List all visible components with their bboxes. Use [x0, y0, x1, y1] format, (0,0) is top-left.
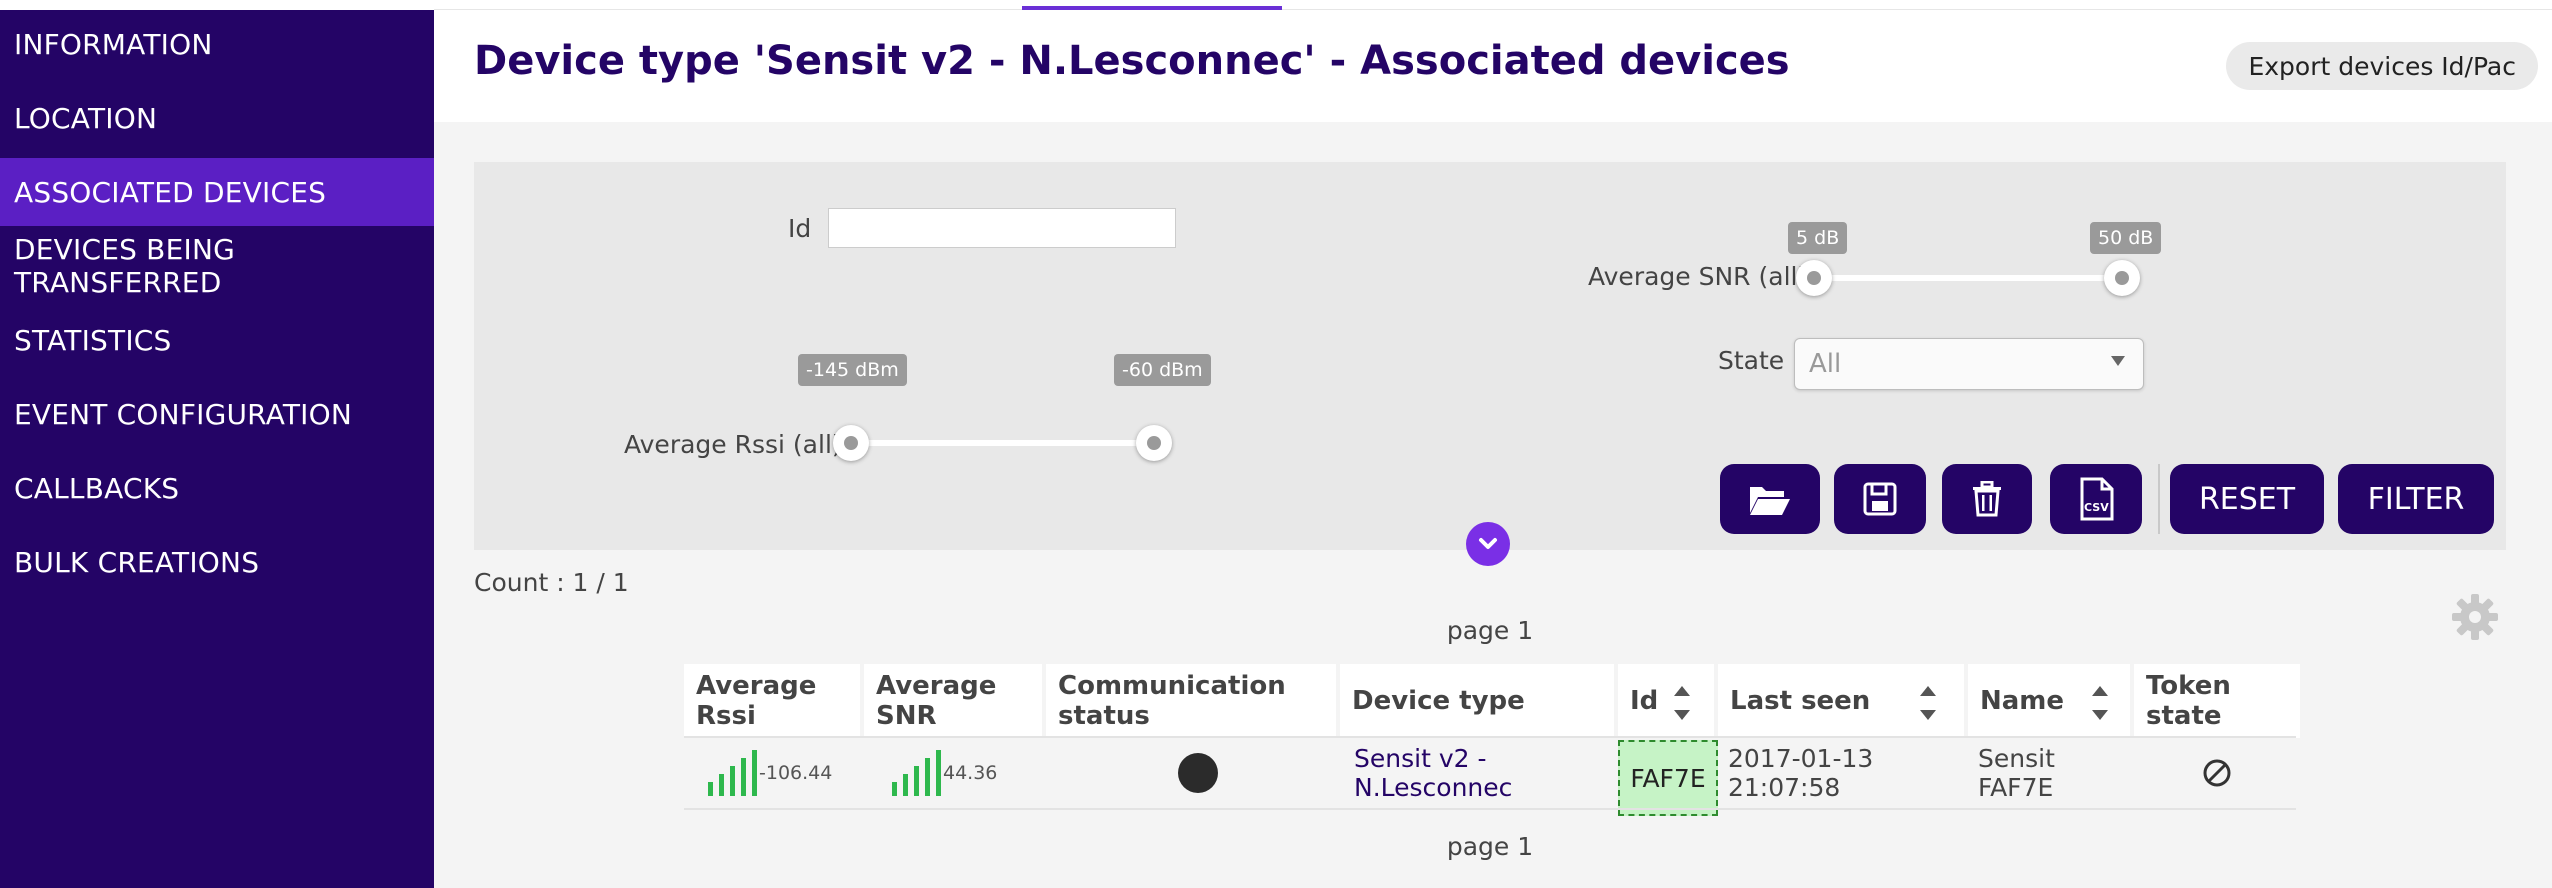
main-content: Id Average Rssi (all) -145 dBm -60 dBm A… — [434, 122, 2552, 888]
save-filter-button[interactable] — [1834, 464, 1926, 534]
page-title: Device type 'Sensit v2 - N.Lesconnec' - … — [474, 38, 1790, 84]
state-filter-label: State — [1718, 346, 1785, 375]
sidebar-top-strip — [0, 0, 434, 10]
snr-max-tooltip: 50 dB — [2090, 222, 2162, 254]
delete-filter-button[interactable] — [1942, 464, 2032, 534]
column-header-device-type: Device type — [1340, 664, 1614, 738]
filter-panel: Id Average Rssi (all) -145 dBm -60 dBm A… — [474, 162, 2506, 550]
sidebar-item-information[interactable]: INFORMATION — [0, 10, 434, 78]
snr-min-handle[interactable] — [1796, 260, 1832, 296]
column-header-name[interactable]: Name — [1968, 664, 2130, 738]
pagination-bottom[interactable]: page 1 — [1420, 832, 1560, 861]
rssi-max-tooltip: -60 dBm — [1114, 354, 1211, 386]
sort-descending-icon[interactable] — [2092, 710, 2108, 720]
rssi-value: -106.44 — [759, 762, 833, 784]
sort-ascending-icon[interactable] — [1920, 686, 1936, 696]
pagination-top[interactable]: page 1 — [1420, 616, 1560, 645]
column-header-average-snr: Average SNR — [864, 664, 1042, 738]
folder-open-icon — [1750, 487, 1790, 515]
communication-status-dot — [1178, 753, 1218, 793]
save-icon — [1863, 482, 1897, 516]
active-tab-indicator — [1022, 6, 1282, 10]
header-top-line — [434, 0, 2552, 10]
no-token-icon — [2203, 759, 2231, 787]
toolbar-separator — [2158, 464, 2160, 534]
column-header-id[interactable]: Id — [1618, 664, 1714, 738]
snr-min-tooltip: 5 dB — [1788, 222, 1848, 254]
id-filter-input[interactable] — [828, 208, 1176, 248]
column-settings-button[interactable] — [2450, 592, 2500, 642]
snr-max-handle[interactable] — [2104, 260, 2140, 296]
column-header-name-label: Name — [1980, 686, 2065, 716]
state-select-value: All — [1809, 349, 1842, 379]
sort-ascending-icon[interactable] — [2092, 686, 2108, 696]
gear-icon — [2452, 594, 2498, 640]
snr-filter-label: Average SNR (all) — [1588, 262, 1808, 291]
sidebar: INFORMATION LOCATION ASSOCIATED DEVICES … — [0, 0, 434, 888]
export-csv-button[interactable]: CSV — [2050, 464, 2142, 534]
snr-value: 44.36 — [943, 762, 998, 784]
sidebar-item-location[interactable]: LOCATION — [0, 84, 434, 152]
rssi-max-handle[interactable] — [1136, 425, 1172, 461]
sidebar-item-associated-devices[interactable]: ASSOCIATED DEVICES — [0, 158, 434, 226]
csv-file-icon: CSV — [2080, 477, 2114, 521]
cell-device-id[interactable]: FAF7E — [1618, 740, 1718, 816]
chevron-down-icon — [2111, 356, 2125, 366]
column-header-communication-status: Communication status — [1046, 664, 1336, 738]
cell-last-seen: 2017-01-13 21:07:58 — [1722, 738, 1968, 808]
sidebar-item-event-configuration[interactable]: EVENT CONFIGURATION — [0, 380, 434, 448]
cell-communication-status — [1046, 738, 1336, 808]
sidebar-item-devices-being-transferred[interactable]: DEVICES BEING TRANSFERRED — [0, 232, 434, 300]
column-header-id-label: Id — [1630, 686, 1659, 716]
filter-button[interactable]: FILTER — [2338, 464, 2494, 534]
sort-descending-icon[interactable] — [1674, 710, 1690, 720]
collapse-filters-button[interactable] — [1466, 522, 1510, 566]
rssi-min-handle[interactable] — [833, 425, 869, 461]
page-header: Device type 'Sensit v2 - N.Lesconnec' - … — [434, 0, 2552, 122]
state-select[interactable]: All — [1794, 338, 2144, 390]
signal-bars-icon — [892, 750, 947, 796]
rssi-filter-label: Average Rssi (all) — [624, 430, 842, 459]
sidebar-item-bulk-creations[interactable]: BULK CREATIONS — [0, 528, 434, 596]
sidebar-item-callbacks[interactable]: CALLBACKS — [0, 454, 434, 522]
cell-device-type-link[interactable]: Sensit v2 - N.Lesconnec — [1340, 738, 1614, 808]
rssi-min-tooltip: -145 dBm — [798, 354, 907, 386]
rssi-slider-track — [846, 440, 1160, 446]
cell-token-state — [2134, 738, 2300, 808]
export-devices-button[interactable]: Export devices Id/Pac — [2226, 42, 2538, 90]
cell-average-snr: 44.36 — [864, 738, 1042, 808]
sort-descending-icon[interactable] — [1920, 710, 1936, 720]
trash-icon — [1973, 481, 2001, 517]
column-header-last-seen[interactable]: Last seen — [1718, 664, 1964, 738]
snr-slider-track — [1814, 275, 2122, 281]
cell-average-rssi: -106.44 — [684, 738, 860, 808]
reset-button[interactable]: RESET — [2170, 464, 2324, 534]
signal-bars-icon — [708, 750, 763, 796]
sidebar-item-statistics[interactable]: STATISTICS — [0, 306, 434, 374]
column-header-token-state: Token state — [2134, 664, 2300, 738]
svg-text:CSV: CSV — [2084, 501, 2109, 514]
id-filter-label: Id — [788, 214, 812, 243]
row-divider — [684, 808, 2296, 810]
column-header-last-seen-label: Last seen — [1730, 686, 1871, 716]
chevron-down-icon — [1479, 538, 1497, 549]
column-header-average-rssi: Average Rssi — [684, 664, 860, 738]
open-filter-button[interactable] — [1720, 464, 1820, 534]
result-count: Count : 1 / 1 — [474, 568, 629, 597]
cell-name: Sensit FAF7E — [1972, 738, 2132, 808]
sort-ascending-icon[interactable] — [1674, 686, 1690, 696]
